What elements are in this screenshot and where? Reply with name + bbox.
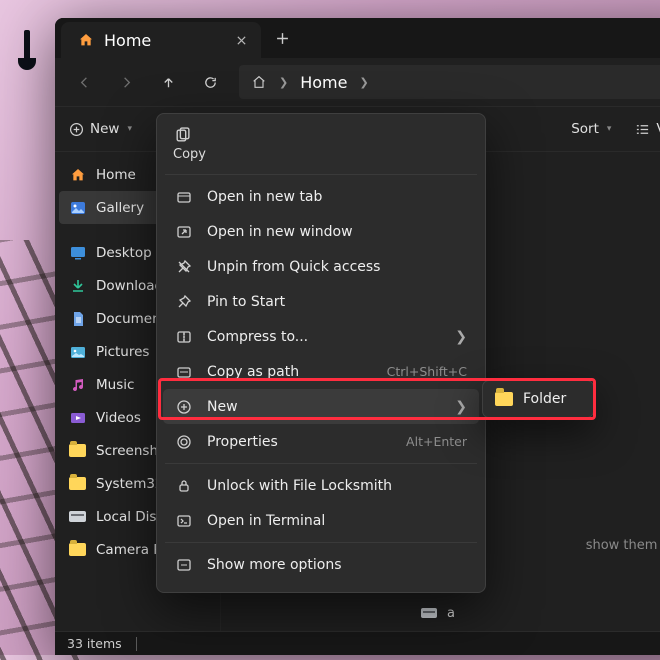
menu-item-copy-as-path[interactable]: Copy as path Ctrl+Shift+C <box>163 354 479 389</box>
file-name: a <box>447 606 455 621</box>
menu-item-label: Unlock with File Locksmith <box>207 478 392 494</box>
sort-label: Sort <box>571 121 599 137</box>
home-icon <box>251 74 267 90</box>
menu-item-open-terminal[interactable]: Open in Terminal <box>163 503 479 538</box>
lock-icon <box>175 477 193 495</box>
sidebar-item-label: Home <box>96 167 136 183</box>
menu-item-label: Unpin from Quick access <box>207 259 380 275</box>
sidebar-item-label: Music <box>96 377 134 393</box>
home-icon <box>69 166 86 183</box>
up-button[interactable] <box>149 65 187 99</box>
folder-icon <box>69 477 86 490</box>
menu-item-label: Properties <box>207 434 278 450</box>
view-label: View <box>656 121 660 137</box>
tab-title: Home <box>104 31 151 50</box>
compress-icon <box>175 328 193 346</box>
status-bar: 33 items <box>55 631 660 655</box>
copy-icon[interactable] <box>173 126 191 144</box>
menu-divider <box>165 542 477 543</box>
menu-item-show-more[interactable]: Show more options <box>163 547 479 582</box>
submenu-item-folder[interactable]: Folder <box>523 391 566 407</box>
view-dropdown-button[interactable]: View ▾ <box>635 121 660 137</box>
close-tab-icon[interactable] <box>236 35 247 46</box>
folder-icon <box>69 444 86 457</box>
menu-divider <box>165 463 477 464</box>
menu-item-new[interactable]: New ❯ <box>163 389 479 424</box>
new-tab-button[interactable] <box>261 18 303 58</box>
sidebar-item-label: Videos <box>96 410 141 426</box>
menu-item-open-new-window[interactable]: Open in new window <box>163 214 479 249</box>
menu-item-label: Open in Terminal <box>207 513 325 529</box>
menu-item-compress[interactable]: Compress to... ❯ <box>163 319 479 354</box>
more-icon <box>175 556 193 574</box>
desktop-streetlamp <box>12 30 42 80</box>
content-hint-text: show them here. <box>586 538 660 553</box>
downloads-icon <box>69 277 86 294</box>
menu-item-unpin[interactable]: Unpin from Quick access <box>163 249 479 284</box>
menu-item-label: Pin to Start <box>207 294 285 310</box>
chevron-right-icon: ❯ <box>279 76 288 89</box>
pictures-icon <box>69 343 86 360</box>
status-divider <box>136 637 137 651</box>
new-submenu: Folder <box>482 380 594 418</box>
menu-item-label: Show more options <box>207 557 342 573</box>
sidebar-item-label: Local Disk <box>96 509 164 525</box>
terminal-icon <box>175 512 193 530</box>
menu-divider <box>165 174 477 175</box>
back-button[interactable] <box>65 65 103 99</box>
menu-item-pin-to-start[interactable]: Pin to Start <box>163 284 479 319</box>
folder-icon <box>69 543 86 556</box>
file-row[interactable]: a 8/16/ <box>421 599 660 627</box>
chevron-right-icon: ❯ <box>359 76 368 89</box>
music-icon <box>69 376 86 393</box>
gallery-icon <box>69 199 86 216</box>
menu-item-label: Open in new tab <box>207 189 322 205</box>
tab-home[interactable]: Home <box>61 22 261 58</box>
chevron-down-icon: ▾ <box>127 124 132 134</box>
item-count: 33 items <box>67 636 122 651</box>
sidebar-item-label: System32 <box>96 476 164 492</box>
unpin-icon <box>175 258 193 276</box>
menu-item-properties[interactable]: Properties Alt+Enter <box>163 424 479 459</box>
refresh-button[interactable] <box>191 65 229 99</box>
forward-button[interactable] <box>107 65 145 99</box>
home-icon <box>77 32 94 49</box>
drive-icon <box>421 608 437 618</box>
tab-new-icon <box>175 188 193 206</box>
breadcrumb-home[interactable]: Home <box>300 73 347 92</box>
new-dropdown-button[interactable]: New ▾ <box>69 121 132 137</box>
menu-item-unlock-locksmith[interactable]: Unlock with File Locksmith <box>163 468 479 503</box>
copy-path-icon <box>175 363 193 381</box>
menu-item-shortcut: Ctrl+Shift+C <box>387 364 467 379</box>
folder-icon <box>495 392 513 406</box>
navigation-bar: ❯ Home ❯ <box>55 58 660 106</box>
context-menu-top-row: Copy <box>163 122 479 170</box>
pin-icon <box>175 293 193 311</box>
desktop-icon <box>69 244 86 261</box>
sidebar-item-label: Pictures <box>96 344 149 360</box>
menu-item-open-new-tab[interactable]: Open in new tab <box>163 179 479 214</box>
sort-dropdown-button[interactable]: Sort ▾ <box>571 121 611 137</box>
drive-icon <box>69 511 86 522</box>
new-icon <box>175 398 193 416</box>
copy-label: Copy <box>173 147 206 162</box>
sidebar-item-label: Desktop <box>96 245 152 261</box>
title-bar: Home <box>55 18 660 58</box>
menu-item-shortcut: Alt+Enter <box>406 434 467 449</box>
new-label: New <box>90 121 119 137</box>
chevron-right-icon: ❯ <box>455 399 467 415</box>
menu-item-label: Copy as path <box>207 364 299 380</box>
menu-item-label: New <box>207 399 238 415</box>
properties-icon <box>175 433 193 451</box>
documents-icon <box>69 310 86 327</box>
chevron-down-icon: ▾ <box>607 124 612 134</box>
address-bar[interactable]: ❯ Home ❯ <box>239 65 660 99</box>
sidebar-item-label: Gallery <box>96 200 144 216</box>
window-new-icon <box>175 223 193 241</box>
chevron-right-icon: ❯ <box>455 329 467 345</box>
menu-item-label: Open in new window <box>207 224 353 240</box>
videos-icon <box>69 409 86 426</box>
context-menu: Copy Open in new tab Open in new window … <box>156 113 486 593</box>
menu-item-label: Compress to... <box>207 329 308 345</box>
